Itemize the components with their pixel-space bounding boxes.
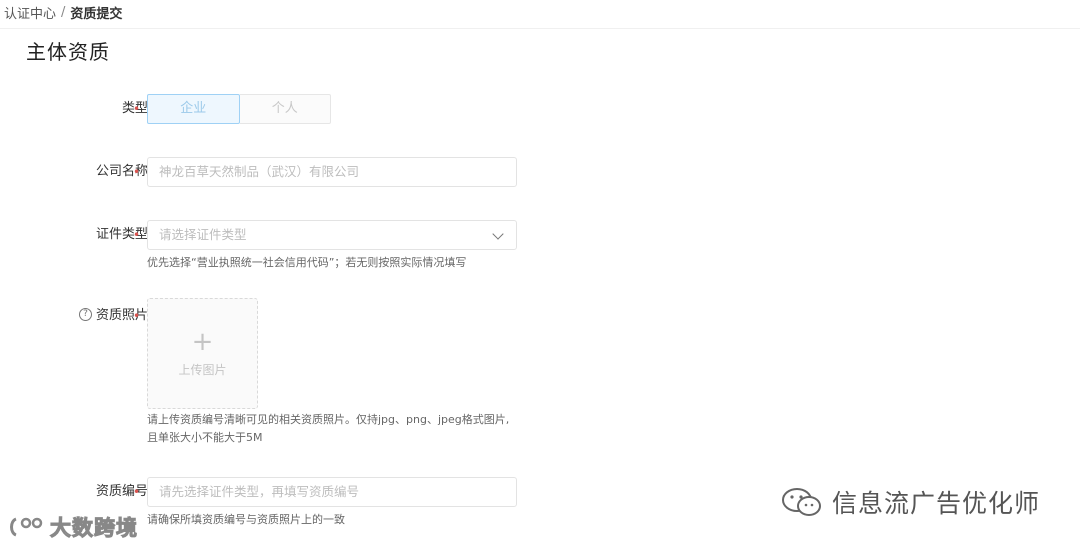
cert-photo-label: 资质照片 [95, 308, 148, 323]
required-mark: • [133, 165, 141, 179]
cert-type-label: 证件类型 [95, 227, 148, 242]
wechat-icon [782, 488, 821, 516]
cert-type-hint: 优先选择“营业执照统一社会信用代码”；若无则按照实际情况填写 [147, 256, 467, 269]
cert-number-input[interactable]: 请先选择证件类型，再填写资质编号 [147, 477, 517, 507]
cert-photo-row: ? 资质照片 • + 上传图片 请上传资质编号清晰可见的相关资质照片。仅持jpg、… [0, 298, 1080, 444]
question-circle-icon[interactable]: ? [78, 308, 92, 321]
breadcrumb-parent[interactable]: 认证中心 [4, 3, 56, 22]
type-option-company[interactable]: 企业 [147, 94, 240, 124]
watermark-left-text: 大数跨境 [50, 516, 138, 541]
chevron-down-icon [492, 228, 504, 240]
breadcrumb-separator: / [61, 4, 66, 20]
required-mark: • [133, 228, 141, 242]
cert-type-select[interactable]: 请选择证件类型 [147, 220, 517, 250]
company-name-input[interactable]: 神龙百草天然制品（武汉）有限公司 [147, 157, 517, 187]
cert-photo-hint-line2: 且单张大小不能大于5M [147, 431, 263, 444]
company-name-row: 公司名称 • 神龙百草天然制品（武汉）有限公司 [0, 157, 1080, 187]
type-segmented-control: 企业 个人 [147, 94, 331, 124]
breadcrumb: 认证中心 / 资质提交 [4, 2, 122, 22]
header-divider [0, 28, 1080, 29]
breadcrumb-current: 资质提交 [70, 6, 123, 22]
required-mark: • [133, 485, 141, 499]
required-mark: • [133, 102, 141, 116]
required-mark: • [133, 309, 141, 323]
watermark-right-text: 信息流广告优化师 [832, 489, 1041, 518]
cert-photo-hint-line1: 请上传资质编号清晰可见的相关资质照片。仅持jpg、png、jpeg格式图片, [147, 413, 510, 426]
company-name-label: 公司名称 [95, 164, 148, 179]
watermark-left: 大数跨境 [8, 512, 138, 542]
cert-type-row: 证件类型 • 请选择证件类型 优先选择“营业执照统一社会信用代码”；若无则按照实… [0, 220, 1080, 269]
upload-image-button[interactable]: + 上传图片 [147, 298, 258, 409]
cert-type-placeholder: 请选择证件类型 [159, 227, 247, 242]
type-option-individual[interactable]: 个人 [239, 94, 331, 124]
plus-icon: + [191, 327, 214, 357]
page-title: 主体资质 [26, 40, 110, 64]
brand-logo-icon [10, 517, 43, 537]
cert-number-label: 资质编号 [95, 484, 148, 499]
watermark-right: 信息流广告优化师 [780, 484, 1040, 520]
cert-number-hint: 请确保所填资质编号与资质照片上的一致 [147, 513, 345, 526]
upload-image-label: 上传图片 [178, 363, 227, 377]
